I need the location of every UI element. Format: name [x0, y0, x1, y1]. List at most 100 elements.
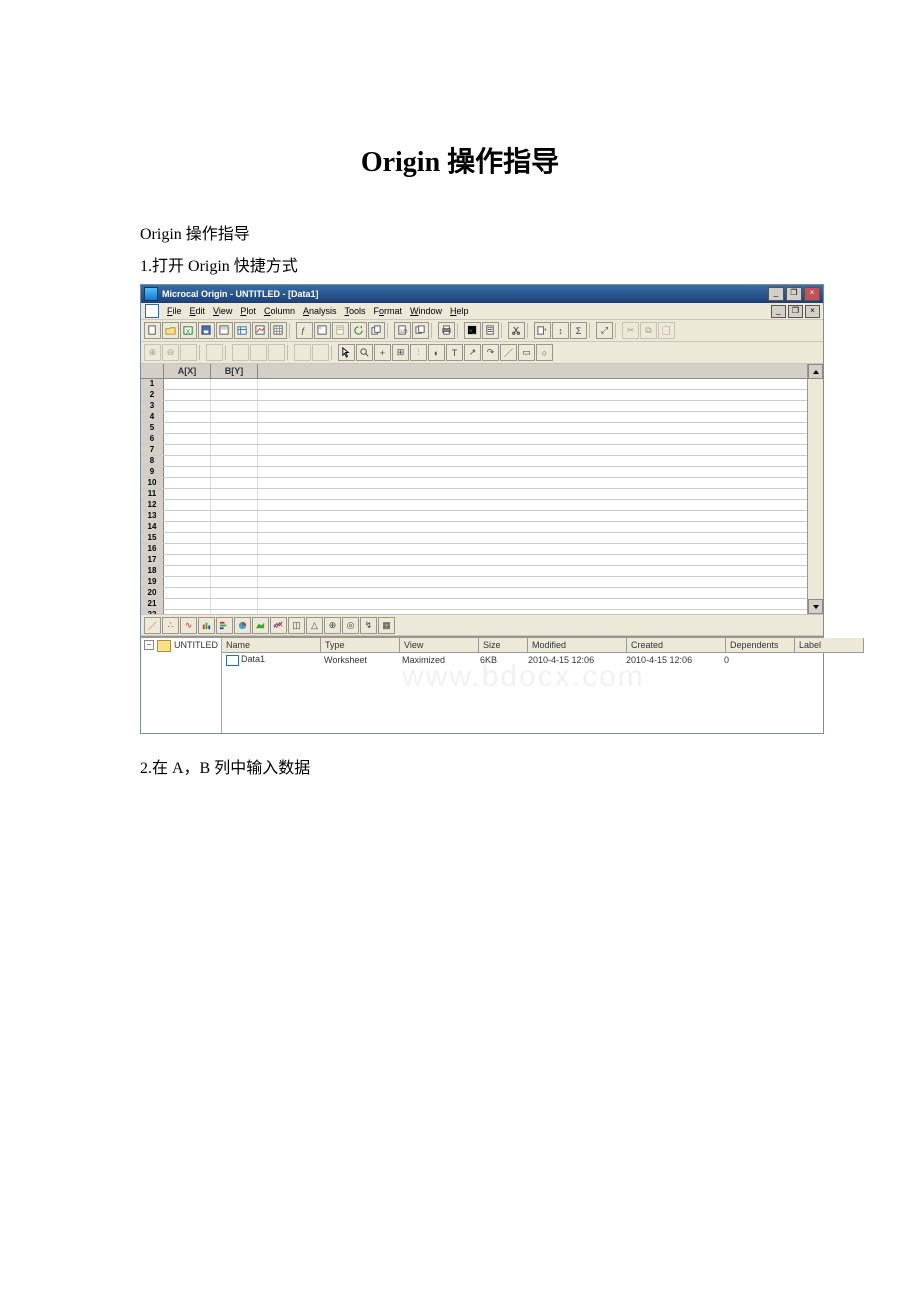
cell[interactable] [211, 533, 258, 543]
row-header[interactable]: 21 [141, 599, 164, 609]
cell[interactable] [211, 434, 258, 444]
cell[interactable] [164, 478, 211, 488]
cell[interactable] [211, 566, 258, 576]
pe-col-name[interactable]: Name [222, 638, 321, 652]
row-header[interactable]: 2 [141, 390, 164, 400]
rescale-button[interactable]: ⤢ [596, 322, 613, 339]
cell[interactable] [164, 423, 211, 433]
pe-item-data1[interactable]: Data1 Worksheet Maximized 6KB 2010-4-15 … [222, 653, 864, 667]
curved-arrow-button[interactable]: ↷ [482, 344, 499, 361]
cell[interactable] [211, 500, 258, 510]
import-ascii-button[interactable]: 123 [394, 322, 411, 339]
cell[interactable] [164, 577, 211, 587]
cell[interactable] [164, 566, 211, 576]
3d-scatter-button[interactable]: △ [306, 617, 323, 634]
vertical-scrollbar[interactable] [807, 364, 823, 614]
menu-window[interactable]: Window [410, 306, 442, 316]
row-header[interactable]: 22 [141, 610, 164, 614]
cell[interactable] [211, 544, 258, 554]
cell[interactable] [211, 412, 258, 422]
worksheet-row[interactable]: 19 [141, 577, 807, 588]
bar-plot-button[interactable] [216, 617, 233, 634]
cell[interactable] [164, 500, 211, 510]
cell[interactable] [164, 555, 211, 565]
menu-tools[interactable]: Tools [344, 306, 365, 316]
worksheet-data1[interactable]: A[X] B[Y] 123456789101112131415161718192… [141, 364, 823, 614]
menu-help[interactable]: Help [450, 306, 469, 316]
row-header[interactable]: 4 [141, 412, 164, 422]
cell[interactable] [211, 423, 258, 433]
import-multiple-button[interactable] [412, 322, 429, 339]
cell[interactable] [164, 533, 211, 543]
circle-tool-button[interactable]: ○ [536, 344, 553, 361]
cell[interactable] [164, 489, 211, 499]
menu-view[interactable]: View [213, 306, 232, 316]
save-template-button[interactable] [216, 322, 233, 339]
row-header[interactable]: 12 [141, 500, 164, 510]
rect-tool-button[interactable]: ▭ [518, 344, 535, 361]
row-header[interactable]: 16 [141, 544, 164, 554]
worksheet-row[interactable]: 14 [141, 522, 807, 533]
pe-col-label[interactable]: Label [795, 638, 864, 652]
mdi-close-button[interactable]: × [805, 305, 820, 318]
worksheet-row[interactable]: 10 [141, 478, 807, 489]
row-header[interactable]: 1 [141, 379, 164, 389]
row-header[interactable]: 5 [141, 423, 164, 433]
row-header[interactable]: 8 [141, 456, 164, 466]
refresh-button[interactable] [350, 322, 367, 339]
row-header[interactable]: 15 [141, 533, 164, 543]
cell[interactable] [211, 588, 258, 598]
worksheet-row[interactable]: 22 [141, 610, 807, 614]
pe-tree[interactable]: − UNTITLED [141, 638, 222, 733]
tree-toggle-icon[interactable]: − [144, 640, 154, 650]
arrow-tool-button[interactable]: ↗ [464, 344, 481, 361]
worksheet-row[interactable]: 12 [141, 500, 807, 511]
row-header[interactable]: 17 [141, 555, 164, 565]
screen-reader-button[interactable]: ⊞ [392, 344, 409, 361]
line-symbol-button[interactable]: ∿ [180, 617, 197, 634]
row-header[interactable]: 18 [141, 566, 164, 576]
cell[interactable] [164, 434, 211, 444]
worksheet-row[interactable]: 16 [141, 544, 807, 555]
column-plot-button[interactable] [198, 617, 215, 634]
new-graph-button[interactable] [252, 322, 269, 339]
open-button[interactable] [162, 322, 179, 339]
pe-col-size[interactable]: Size [479, 638, 528, 652]
worksheet-row[interactable]: 1 [141, 379, 807, 390]
minimize-button[interactable]: _ [768, 287, 784, 301]
cell[interactable] [211, 456, 258, 466]
save-button[interactable] [198, 322, 215, 339]
worksheet-row[interactable]: 20 [141, 588, 807, 599]
menu-edit[interactable]: Edit [190, 306, 206, 316]
new-project-button[interactable] [144, 322, 161, 339]
worksheet-row[interactable]: 5 [141, 423, 807, 434]
row-header[interactable]: 9 [141, 467, 164, 477]
cell[interactable] [211, 599, 258, 609]
pie-plot-button[interactable] [234, 617, 251, 634]
cell[interactable] [211, 401, 258, 411]
cell[interactable] [164, 467, 211, 477]
line-plot-button[interactable]: ／ [144, 617, 161, 634]
scroll-up-icon[interactable] [808, 364, 823, 379]
worksheet-row[interactable]: 18 [141, 566, 807, 577]
cell[interactable] [211, 555, 258, 565]
pointer-button[interactable] [338, 344, 355, 361]
cell[interactable] [164, 401, 211, 411]
worksheet-row[interactable]: 9 [141, 467, 807, 478]
worksheet-row[interactable]: 7 [141, 445, 807, 456]
cell[interactable] [164, 588, 211, 598]
sort-button[interactable]: ↕ [552, 322, 569, 339]
menu-column[interactable]: Column [264, 306, 295, 316]
cell[interactable] [211, 522, 258, 532]
menu-file[interactable]: File [167, 306, 182, 316]
close-button[interactable]: × [804, 287, 820, 301]
cell[interactable] [211, 445, 258, 455]
mask-tool-button[interactable]: ◐ [428, 344, 445, 361]
contour-button[interactable]: ◎ [342, 617, 359, 634]
cell[interactable] [164, 610, 211, 614]
data-reader-button[interactable]: + [374, 344, 391, 361]
worksheet-row[interactable]: 2 [141, 390, 807, 401]
cell[interactable] [164, 511, 211, 521]
template-button[interactable]: ▦ [378, 617, 395, 634]
pe-col-view[interactable]: View [400, 638, 479, 652]
